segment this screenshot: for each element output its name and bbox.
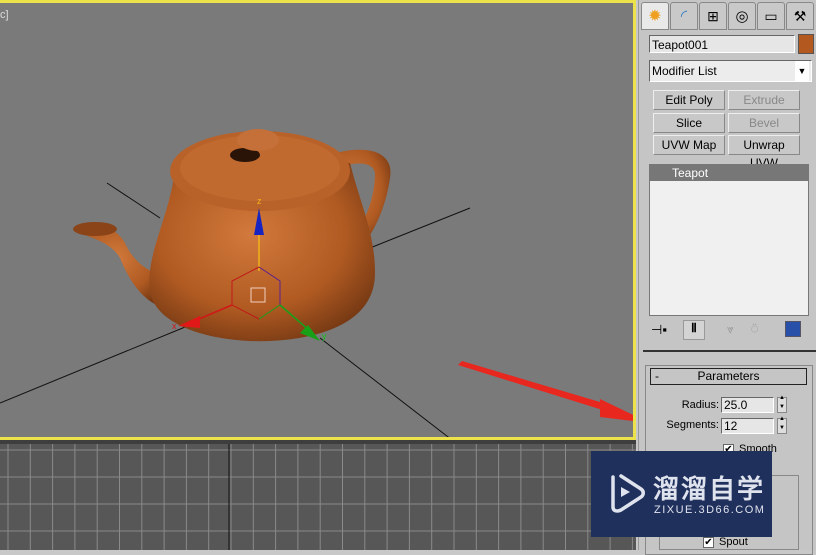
tab-hierarchy[interactable]: ⊞ [699, 2, 727, 30]
rollout-title: Parameters [697, 369, 760, 383]
uvw-map-button[interactable]: UVW Map [653, 135, 725, 155]
unwrap-uvw-button[interactable]: Unwrap UVW [728, 135, 800, 170]
teapot-object [73, 129, 391, 342]
monitor-icon: ▭ [764, 7, 778, 24]
radius-input[interactable]: 25.0 [721, 397, 774, 413]
modifier-list-label: Modifier List [652, 64, 717, 78]
sun-icon: ✹ [648, 8, 662, 25]
panel-divider [643, 350, 816, 352]
parameters-rollout-header[interactable]: - Parameters [650, 368, 807, 385]
stack-item-teapot[interactable]: Teapot [650, 165, 808, 181]
configure-sets-icon[interactable] [785, 321, 801, 337]
curve-icon: ◜ [680, 8, 688, 25]
red-annotation-arrow [458, 361, 633, 421]
chevron-down-icon: ▼ [795, 61, 809, 81]
make-unique-icon[interactable]: ⩔ [727, 322, 734, 337]
bevel-button[interactable]: Bevel [728, 113, 800, 133]
viewport-scene: z x y [0, 129, 633, 437]
tab-motion[interactable]: ◎ [728, 2, 756, 30]
grid-axis-line [319, 337, 449, 437]
watermark-title: 溜溜自学 [653, 474, 766, 504]
watermark-overlay: 溜溜自学 ZIXUE.3D66.COM [591, 451, 772, 537]
radius-label: Radius: [681, 399, 719, 411]
hammer-icon: ⚒ [793, 7, 807, 24]
modifier-list-dropdown[interactable]: Modifier List ▼ [649, 60, 812, 82]
show-end-result-icon[interactable]: Ⅱ [683, 320, 705, 340]
perspective-viewport[interactable]: c] z x y [0, 0, 636, 440]
collapse-toggle: - [655, 369, 659, 383]
segments-spinner[interactable] [777, 416, 787, 434]
segments-label: Segments: [666, 419, 719, 431]
extrude-button[interactable]: Extrude [728, 90, 800, 110]
y-axis-label: y [322, 331, 327, 341]
grid-axis-line [369, 207, 471, 249]
tab-utilities[interactable]: ⚒ [786, 2, 814, 30]
x-axis-label: x [172, 321, 177, 331]
play-logo-icon [611, 474, 645, 513]
bottom-viewport[interactable] [0, 444, 636, 550]
tab-create[interactable]: ✹ [641, 2, 669, 30]
modifier-stack[interactable]: Teapot [649, 164, 809, 316]
remove-modifier-icon[interactable]: ⍥ [751, 322, 758, 337]
pin-stack-icon[interactable]: ⊣▪ [651, 322, 667, 338]
radius-spinner[interactable] [777, 395, 787, 413]
segments-input[interactable]: 12 [721, 418, 774, 434]
grid [0, 444, 636, 550]
object-color-swatch[interactable] [798, 34, 814, 54]
grid-axis-line [0, 324, 191, 404]
tab-display[interactable]: ▭ [757, 2, 785, 30]
object-name-field[interactable]: Teapot001 [649, 35, 795, 53]
z-axis-label: z [257, 196, 262, 206]
hierarchy-icon: ⊞ [707, 7, 719, 24]
slice-button[interactable]: Slice [653, 113, 725, 133]
watermark-url: ZIXUE.3D66.COM [654, 504, 766, 516]
tab-modify[interactable]: ◜ [670, 2, 698, 30]
spout-label: Spout [719, 536, 748, 548]
edit-poly-button[interactable]: Edit Poly [653, 90, 725, 110]
grid-axis-line [106, 182, 161, 219]
spout-checkbox[interactable]: ✔ [703, 537, 714, 548]
motion-icon: ◎ [735, 8, 749, 25]
